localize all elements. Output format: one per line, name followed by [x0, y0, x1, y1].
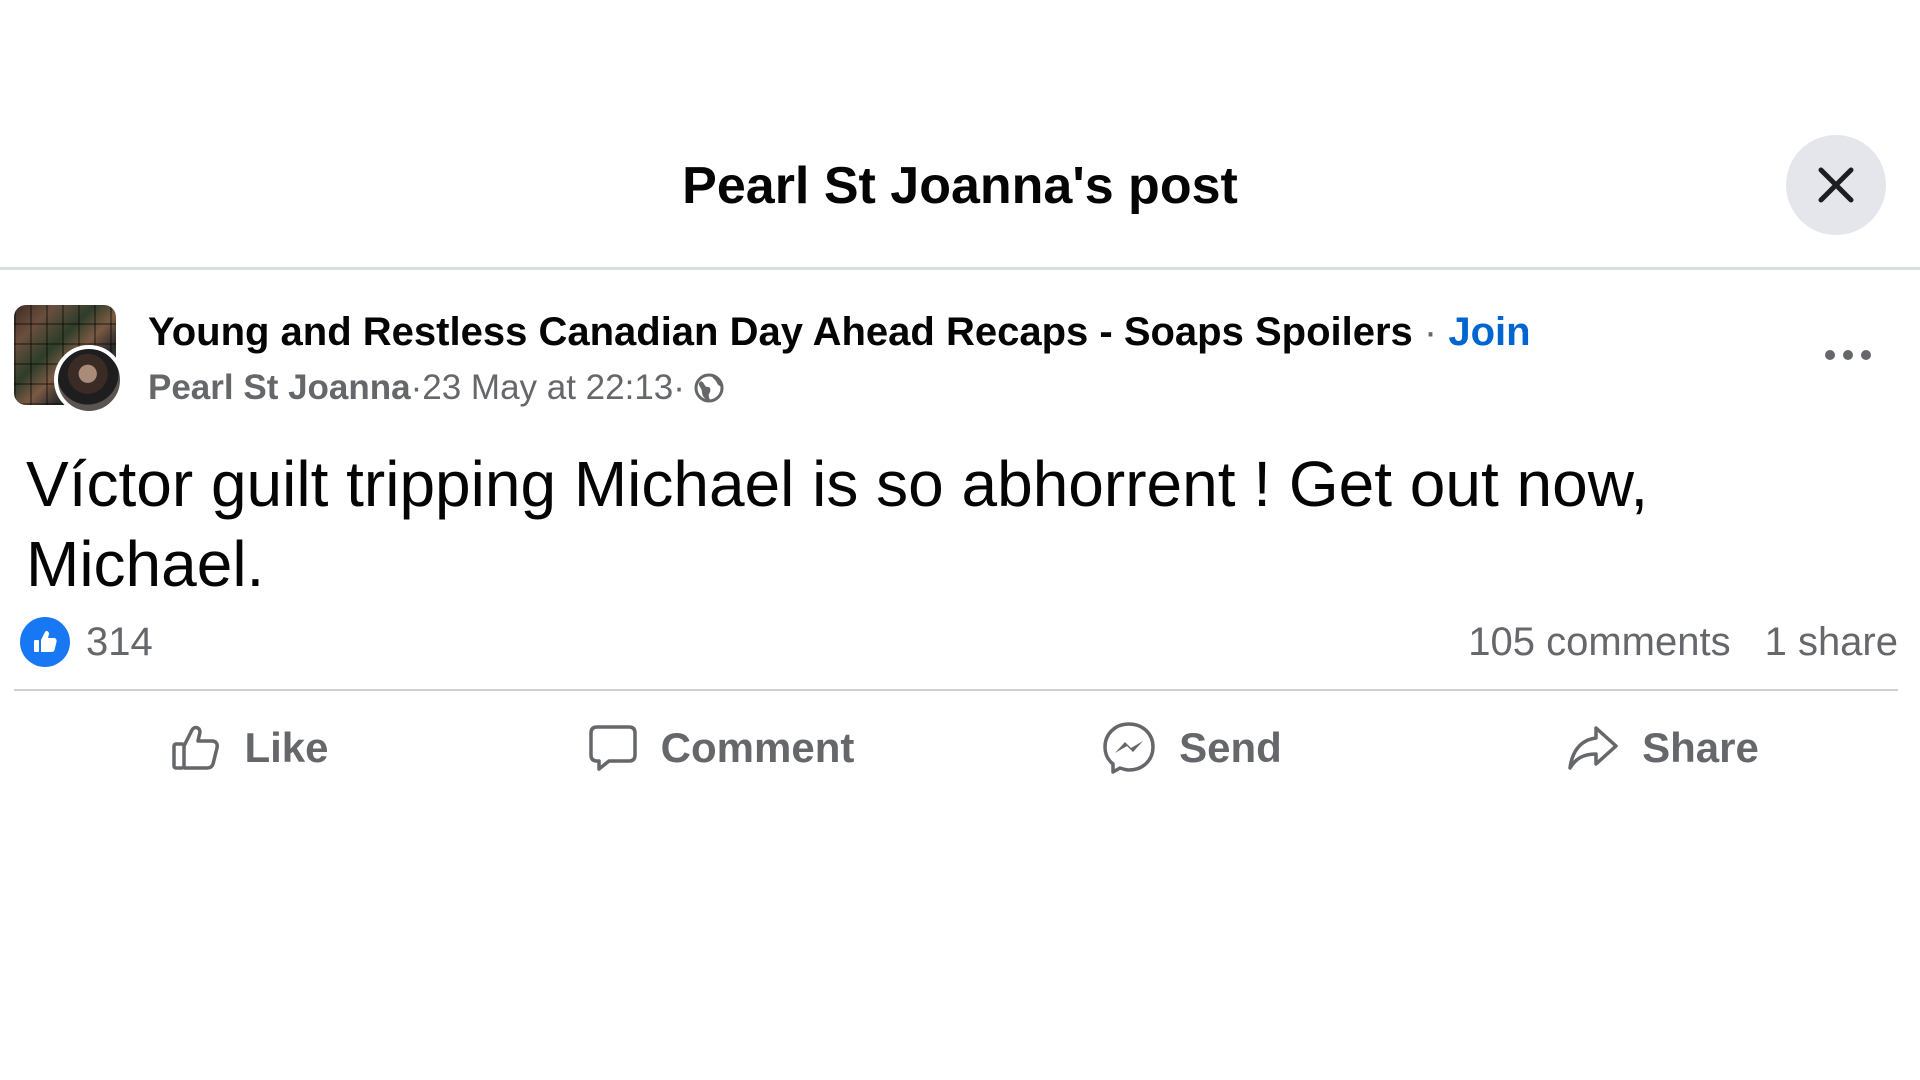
share-label: Share	[1642, 723, 1759, 771]
send-button[interactable]: Send	[956, 705, 1427, 790]
comment-button[interactable]: Comment	[485, 705, 956, 790]
comment-label: Comment	[660, 723, 855, 771]
engagement-stats: 105 comments 1 share	[1468, 617, 1898, 667]
join-group-button[interactable]: Join	[1448, 310, 1530, 354]
thumbs-up-icon	[172, 725, 220, 770]
separator: ·	[1412, 310, 1449, 354]
share-button[interactable]: Share	[1427, 705, 1898, 790]
post-timestamp[interactable]: 23 May at 22:13	[422, 365, 673, 411]
reaction-count: 314	[86, 620, 153, 664]
group-name-link[interactable]: Young and Restless Canadian Day Ahead Re…	[148, 310, 1413, 354]
post-meta: Pearl St Joanna · 23 May at 22:13 ·	[148, 365, 725, 411]
meta-separator: ·	[410, 368, 423, 407]
comments-count[interactable]: 105 comments	[1468, 617, 1730, 667]
group-line: Young and Restless Canadian Day Ahead Re…	[148, 307, 1531, 357]
share-arrow-icon	[1568, 725, 1618, 770]
like-reaction-icon	[20, 617, 70, 667]
user-avatar[interactable]	[54, 345, 124, 415]
more-options-button[interactable]	[1820, 335, 1876, 375]
reactions-summary[interactable]: 314	[20, 617, 153, 667]
send-label: Send	[1179, 723, 1282, 771]
messenger-icon	[1103, 721, 1155, 774]
post-dialog: Pearl St Joanna's post Young and Restles…	[0, 0, 1920, 1080]
action-bar: Like Comment Send Share	[14, 705, 1898, 790]
post-avatars[interactable]	[14, 305, 126, 415]
like-button[interactable]: Like	[14, 705, 485, 790]
dialog-header: Pearl St Joanna's post	[0, 0, 1920, 270]
close-button[interactable]	[1786, 135, 1886, 235]
like-label: Like	[244, 723, 329, 771]
dialog-title: Pearl St Joanna's post	[682, 157, 1238, 215]
globe-icon[interactable]	[693, 372, 725, 404]
close-icon	[1818, 167, 1854, 203]
comment-icon	[588, 724, 637, 771]
shares-count[interactable]: 1 share	[1765, 617, 1898, 667]
author-link[interactable]: Pearl St Joanna	[148, 365, 411, 411]
post-text: Víctor guilt tripping Michael is so abho…	[26, 448, 1649, 600]
meta-separator: ·	[673, 368, 685, 407]
divider	[14, 689, 1898, 691]
more-horizontal-icon	[1825, 350, 1871, 360]
